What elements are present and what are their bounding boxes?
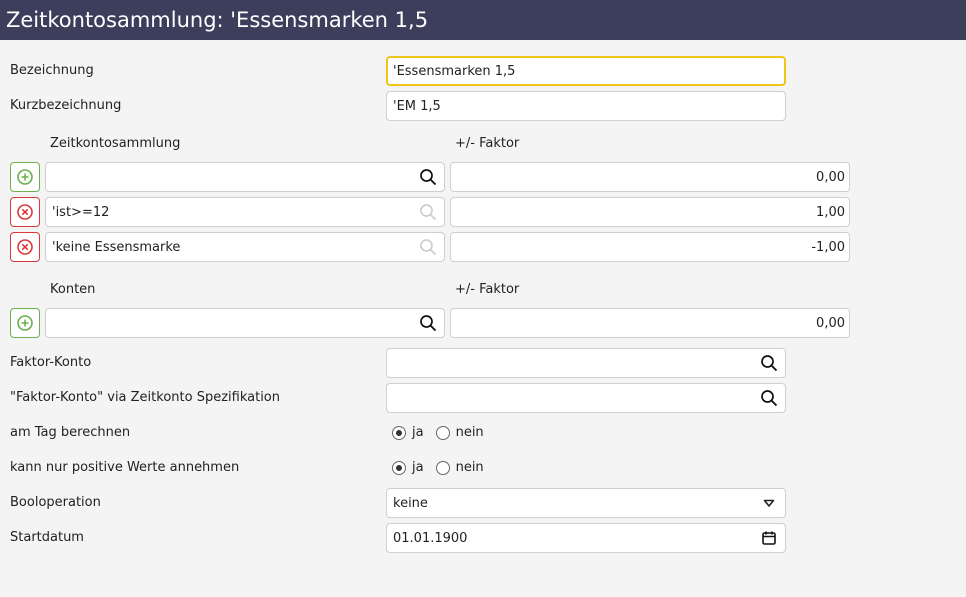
add-zeitkonto-button[interactable] [10,162,40,192]
konto-faktor-value: 0,00 [816,315,845,331]
add-konto-button[interactable] [10,308,40,338]
search-icon [418,237,438,257]
faktor-konto-spez-input[interactable] [386,383,786,413]
nur-positive-label: kann nur positive Werte annehmen [10,460,240,475]
am-tag-berechnen-nein-radio[interactable] [435,425,450,440]
remove-zeitkonto-button[interactable] [10,232,40,262]
booloperation-label: Booloperation [10,495,101,510]
bezeichnung-label: Bezeichnung [10,63,94,78]
faktor-konto-spez-label: "Faktor-Konto" via Zeitkonto Spezifikati… [10,390,280,405]
zeitkonto-search-input[interactable]: 'ist>=12 [45,197,445,227]
bezeichnung-value: 'Essensmarken 1,5 [393,63,516,79]
zeitkonto-faktor-input[interactable]: 1,00 [450,197,850,227]
search-icon [418,202,438,222]
faktor-konto-label: Faktor-Konto [10,355,92,370]
startdatum-label: Startdatum [10,530,84,545]
x-circle-icon [17,204,33,220]
startdatum-value: 01.01.1900 [393,530,468,546]
konto-faktor-input[interactable]: 0,00 [450,308,850,338]
am-tag-berechnen-nein-label[interactable]: nein [456,425,484,440]
nur-positive-radio-group: ja nein [392,460,496,475]
x-circle-icon [17,239,33,255]
bezeichnung-input[interactable]: 'Essensmarken 1,5 [386,56,786,86]
zeitkonto-name: 'keine Essensmarke [52,239,181,255]
konten-header: Konten [50,282,96,297]
zeitkontosammlung-header: Zeitkontosammlung [50,136,181,151]
faktor-konto-input[interactable] [386,348,786,378]
booloperation-value: keine [393,495,428,511]
zeitkonto-faktor-value: 0,00 [816,169,845,185]
chevron-down-icon[interactable] [759,493,779,513]
search-icon[interactable] [759,353,779,373]
search-icon[interactable] [418,167,438,187]
nur-positive-nein-label[interactable]: nein [456,460,484,475]
zeitkonto-faktor-input[interactable]: -1,00 [450,232,850,262]
am-tag-berechnen-ja-radio[interactable] [392,425,406,440]
remove-zeitkonto-button[interactable] [10,197,40,227]
search-icon[interactable] [418,313,438,333]
plus-circle-icon [17,315,33,331]
nur-positive-ja-label[interactable]: ja [412,460,424,475]
kurzbezeichnung-value: 'EM 1,5 [393,98,441,114]
am-tag-berechnen-label: am Tag berechnen [10,425,131,440]
zeitkonto-faktor-input[interactable]: 0,00 [450,162,850,192]
nur-positive-ja-radio[interactable] [392,460,406,475]
nur-positive-nein-radio[interactable] [435,460,450,475]
page-title: Zeitkontosammlung: 'Essensmarken 1,5 [0,0,966,40]
search-icon[interactable] [759,388,779,408]
kurzbezeichnung-label: Kurzbezeichnung [10,98,122,113]
zeitkonto-name: 'ist>=12 [52,204,110,220]
zeitkontosammlung-faktor-header: +/- Faktor [455,136,520,151]
am-tag-berechnen-ja-label[interactable]: ja [412,425,424,440]
konto-search-input[interactable] [45,308,445,338]
am-tag-berechnen-radio-group: ja nein [392,425,496,440]
plus-circle-icon [17,169,33,185]
booloperation-select[interactable]: keine [386,488,786,518]
startdatum-input[interactable]: 01.01.1900 [386,523,786,553]
zeitkonto-search-input[interactable]: 'keine Essensmarke [45,232,445,262]
calendar-icon[interactable] [759,528,779,548]
kurzbezeichnung-input[interactable]: 'EM 1,5 [386,91,786,121]
zeitkonto-faktor-value: 1,00 [816,204,845,220]
zeitkonto-search-input[interactable] [45,162,445,192]
zeitkonto-faktor-value: -1,00 [811,239,845,255]
konten-faktor-header: +/- Faktor [455,282,520,297]
